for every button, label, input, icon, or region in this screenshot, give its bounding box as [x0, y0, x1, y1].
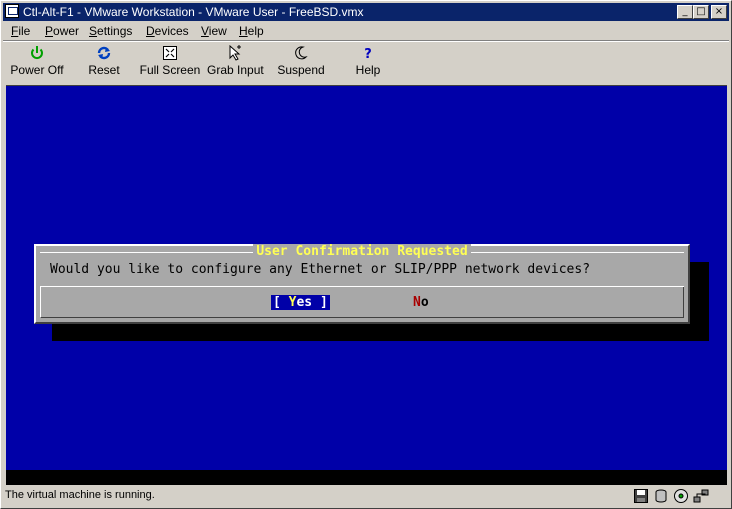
full-screen-button[interactable]: Full Screen [139, 45, 201, 79]
help-button[interactable]: ? Help [353, 45, 383, 79]
toolbar: Power Off Reset Full Screen Grab Input S… [3, 43, 729, 81]
menu-view-hotkey: V [201, 24, 209, 38]
minimize-button[interactable]: _ [677, 5, 693, 19]
dialog-button-row: [ Yes ] No [40, 287, 684, 318]
status-text: The virtual machine is running. [5, 489, 155, 501]
menu-file-label: ile [18, 24, 31, 38]
vmware-window: Ctl-Alt-F1 - VMware Workstation - VMware… [0, 0, 732, 509]
suspend-label: Suspend [277, 63, 325, 77]
window-title: Ctl-Alt-F1 - VMware Workstation - VMware… [23, 5, 364, 19]
menu-settings[interactable]: Settings [89, 24, 132, 38]
dialog-title: User Confirmation Requested [253, 244, 471, 259]
suspend-button[interactable]: Suspend [275, 45, 327, 79]
menu-devices-label: evices [154, 24, 189, 38]
maximize-button[interactable]: □ [693, 5, 709, 19]
menu-help-hotkey: H [239, 24, 248, 38]
grab-input-icon [227, 44, 243, 61]
grab-input-label: Grab Input [207, 63, 264, 77]
console-bottom-strip [6, 470, 727, 485]
grab-input-button[interactable]: Grab Input [207, 44, 264, 79]
menu-settings-hotkey: S [89, 24, 98, 38]
no-hotkey: N [413, 295, 421, 310]
help-label: Help [355, 63, 381, 77]
suspend-moon-icon [293, 45, 309, 61]
vmware-app-icon[interactable] [5, 4, 19, 18]
floppy-icon[interactable] [633, 488, 649, 504]
menu-power-hotkey: P [45, 24, 54, 38]
no-label: o [420, 295, 429, 310]
svg-text:?: ? [364, 47, 372, 61]
power-off-button[interactable]: Power Off [9, 45, 65, 79]
cdrom-icon[interactable] [673, 488, 689, 504]
reset-button[interactable]: Reset [83, 45, 125, 79]
title-bar[interactable]: Ctl-Alt-F1 - VMware Workstation - VMware… [3, 3, 729, 21]
menu-view-label: iew [208, 24, 227, 38]
menu-settings-label: ettings [97, 24, 133, 38]
network-icon[interactable] [693, 488, 709, 504]
menu-devices-hotkey: D [146, 24, 155, 38]
disk-icon[interactable] [653, 488, 669, 504]
menu-devices[interactable]: Devices [146, 24, 189, 38]
yes-label: es [296, 295, 313, 310]
dialog-title-row: User Confirmation Requested [36, 244, 688, 259]
menu-help[interactable]: Help [239, 24, 264, 38]
yes-bracket-close: ] [312, 295, 328, 310]
yes-bracket-open: [ [273, 295, 289, 310]
power-off-label: Power Off [10, 63, 64, 77]
close-icon: × [714, 6, 724, 17]
menu-file[interactable]: File [11, 24, 30, 38]
status-bar: The virtual machine is running. [3, 487, 729, 506]
power-icon [29, 45, 45, 61]
full-screen-label: Full Screen [139, 63, 201, 77]
close-button[interactable]: × [711, 5, 727, 19]
menu-power[interactable]: Power [45, 24, 79, 38]
minimize-icon: _ [682, 6, 688, 17]
reset-icon [96, 45, 112, 61]
menu-power-label: ower [53, 24, 80, 38]
confirmation-dialog: User Confirmation Requested Would you li… [34, 244, 690, 324]
reset-label: Reset [88, 63, 120, 77]
menubar-divider [3, 40, 729, 42]
menu-bar: File Power Settings Devices View Help [3, 22, 729, 40]
full-screen-icon [162, 45, 178, 61]
no-button[interactable]: No [413, 295, 429, 310]
dialog-question: Would you like to configure any Ethernet… [50, 262, 591, 277]
menu-view[interactable]: View [201, 24, 227, 38]
yes-button[interactable]: [ Yes ] [271, 295, 330, 310]
menu-help-label: elp [247, 24, 264, 38]
vm-console-screen[interactable]: User Confirmation Requested Would you li… [6, 85, 727, 485]
help-question-icon: ? [360, 45, 376, 62]
maximize-icon: □ [696, 6, 706, 17]
